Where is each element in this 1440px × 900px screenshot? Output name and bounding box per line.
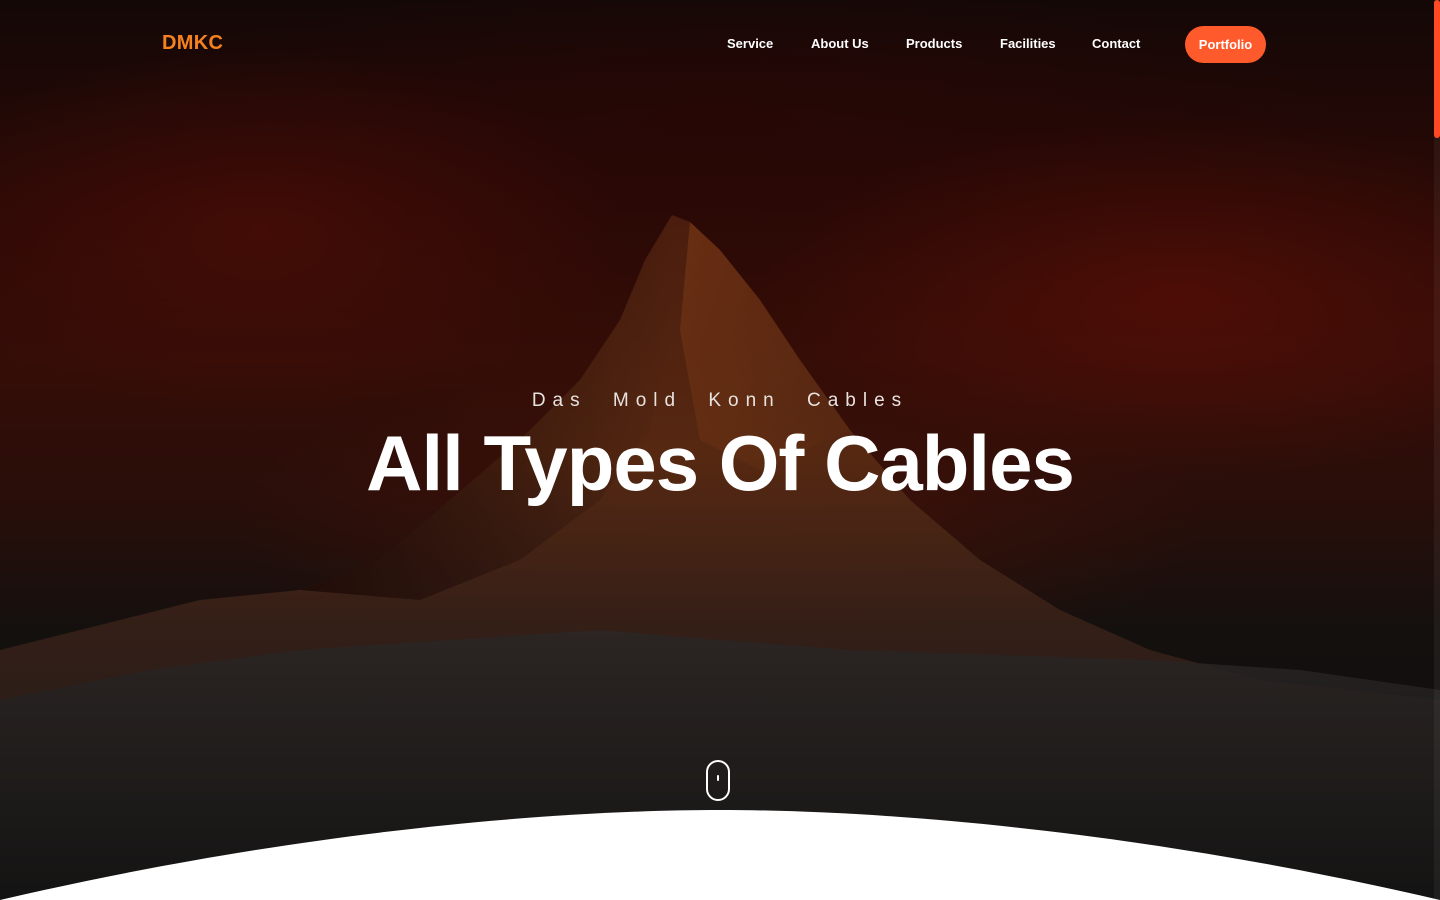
nav-item-facilities[interactable]: Facilities <box>1000 36 1056 51</box>
nav-item-contact[interactable]: Contact <box>1092 36 1140 51</box>
portfolio-button[interactable]: Portfolio <box>1185 26 1266 63</box>
nav-item-products[interactable]: Products <box>906 36 962 51</box>
hero-section: DMKC Service About Us Products Facilitie… <box>0 0 1440 900</box>
scrollbar-track[interactable] <box>1434 0 1440 900</box>
hero-subtitle: Das Mold Konn Cables <box>531 390 909 411</box>
mouse-scroll-icon[interactable] <box>706 760 730 801</box>
bottom-curve-divider <box>0 810 1440 900</box>
scrollbar-thumb[interactable] <box>1434 0 1440 138</box>
scroll-wheel-indicator <box>717 775 719 781</box>
nav-item-service[interactable]: Service <box>727 36 773 51</box>
hero-headline: All Types Of Cables <box>366 419 1075 507</box>
nav-item-about-us[interactable]: About Us <box>811 36 869 51</box>
